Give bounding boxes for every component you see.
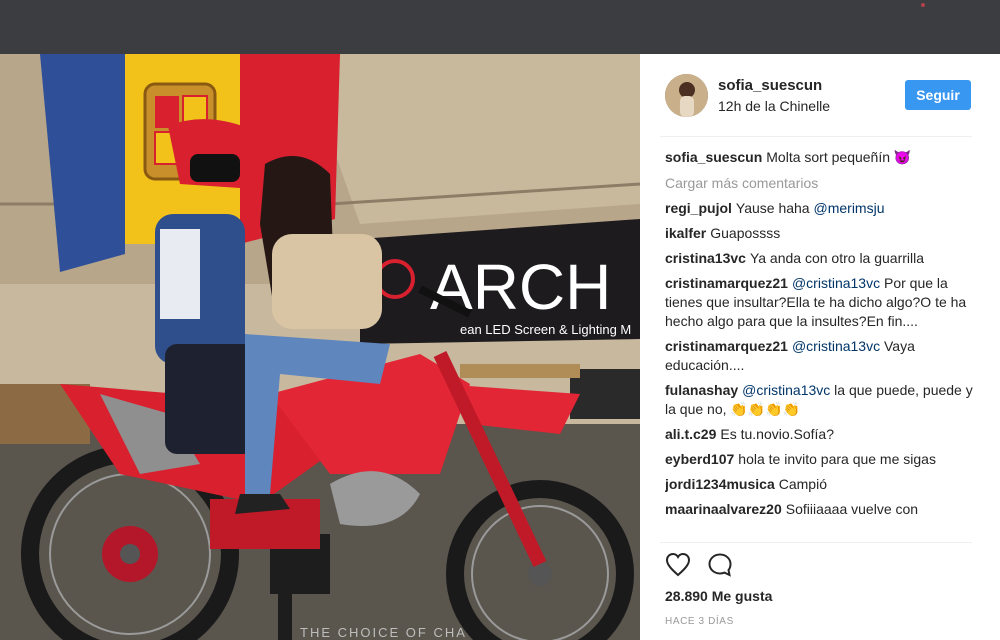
comment-text: Ya anda con otro la guarrilla (749, 250, 925, 266)
post-time-ago[interactable]: HACE 3 DÍAS (665, 616, 734, 627)
comment-text: Campió (778, 476, 827, 492)
post-username[interactable]: sofia_suescun (718, 77, 822, 94)
comment-username[interactable]: cristinamarquez21 (665, 275, 788, 291)
comment-row: ikalfer Guapossss (665, 224, 975, 243)
like-count[interactable]: 28.890 Me gusta (665, 588, 772, 604)
tent-panel (300, 54, 640, 224)
comment-username[interactable]: fulanashay (665, 382, 738, 398)
top-bar-dot (921, 3, 925, 7)
post-header: sofia_suescun 12h de la Chinelle Seguir (640, 54, 1000, 136)
caption-text: Molta sort pequeñín 😈 (766, 149, 912, 165)
comment-mention-link[interactable]: @merimsju (814, 200, 885, 216)
mat-text: THE CHOICE OF CHA (300, 625, 467, 640)
comment-row: cristinamarquez21 @cristina13vc Por que l… (665, 274, 975, 331)
comment-row: regi_pujol Yause haha @merimsju (665, 199, 975, 218)
comment-text: Sofiiiaaaa vuelve con (785, 501, 919, 517)
heart-outline-icon[interactable] (665, 552, 691, 578)
bench (460, 364, 580, 378)
comment-mention-link[interactable]: @cristina13vc (742, 382, 830, 398)
speech-bubble-icon[interactable] (707, 552, 733, 578)
comment-username[interactable]: maarinaalvarez20 (665, 501, 782, 517)
banner-subtext: ean LED Screen & Lighting M (460, 322, 631, 337)
comment-username[interactable]: cristinamarquez21 (665, 338, 788, 354)
comment-row: ali.t.c29 Es tu.novio.Sofía? (665, 425, 975, 444)
top-bar (0, 0, 1000, 54)
comment-row: fulanashay @cristina13vc la que puede, pu… (665, 381, 975, 419)
comment-row: maarinaalvarez20 Sofiiiaaaa vuelve con (665, 500, 975, 519)
post-photo[interactable]: ARCH ean LED Screen & Lighting M THE CHO… (0, 54, 640, 640)
arch-banner: ARCH ean LED Screen & Lighting M (360, 219, 640, 344)
comment-text: Yause haha (735, 200, 814, 216)
comment-text: hola te invito para que me sigas (738, 451, 936, 467)
comment-row: cristina13vc Ya anda con otro la guarrill… (665, 249, 975, 268)
comment-username[interactable]: eyberd107 (665, 451, 734, 467)
comment-row: cristinamarquez21 @cristina13vc Vaya educ… (665, 337, 975, 375)
caption-username[interactable]: sofia_suescun (665, 149, 762, 165)
comment-row: eyberd107 hola te invito para que me siga… (665, 450, 975, 469)
avatar[interactable] (665, 74, 708, 117)
comment-row: jordi1234musica Campió (665, 475, 975, 494)
toolbox (570, 369, 640, 419)
header-divider (660, 136, 972, 137)
comment-username[interactable]: ikalfer (665, 225, 706, 241)
comment-text: Guapossss (710, 225, 781, 241)
comment-mention-link[interactable]: @cristina13vc (792, 275, 880, 291)
comment-username[interactable]: regi_pujol (665, 200, 732, 216)
post-caption: sofia_suescun Molta sort pequeñín 😈 (665, 148, 975, 167)
comment-container: regi_pujol Yause haha @merimsju ikalfer Gua… (665, 199, 975, 519)
comment-text: Es tu.novio.Sofía? (720, 426, 835, 442)
comment-username[interactable]: cristina13vc (665, 250, 746, 266)
comment-username[interactable]: jordi1234musica (665, 476, 775, 492)
comments-divider (660, 542, 972, 543)
comment-mention-link[interactable]: @cristina13vc (792, 338, 880, 354)
comment-username[interactable]: ali.t.c29 (665, 426, 716, 442)
follow-button[interactable]: Seguir (905, 80, 971, 110)
load-more-comments-link[interactable]: Cargar más comentarios (665, 175, 975, 191)
comments-list[interactable]: sofia_suescun Molta sort pequeñín 😈 Carga… (665, 148, 975, 542)
photo-scene: ARCH ean LED Screen & Lighting M THE CHO… (0, 54, 640, 640)
post-location[interactable]: 12h de la Chinelle (718, 98, 830, 114)
banner-text: ARCH (430, 251, 611, 323)
post-side-panel: sofia_suescun 12h de la Chinelle Seguir … (640, 54, 1000, 640)
